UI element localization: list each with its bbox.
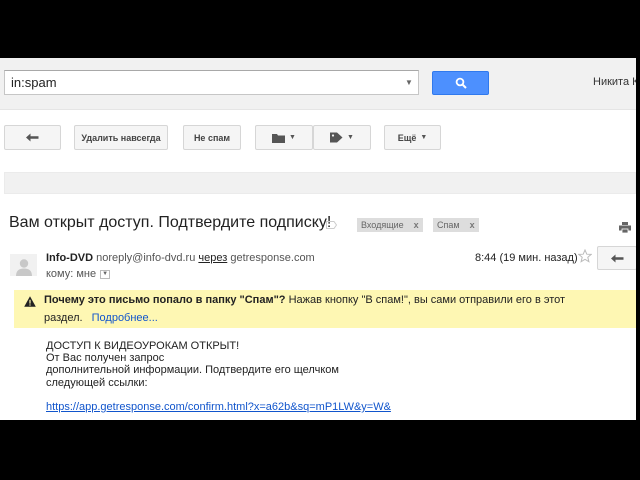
message-time: 8:44 (19 мин. назад) — [475, 252, 578, 264]
label-chip-text: Спам — [437, 220, 460, 230]
via-link[interactable]: через — [198, 252, 227, 264]
sender-email: noreply@info-dvd.ru — [96, 252, 196, 264]
remove-label-icon[interactable]: x — [470, 220, 475, 230]
body-line: От Вас получен запрос — [46, 352, 165, 365]
body-line: ДОСТУП К ВИДЕОУРОКАМ ОТКРЫТ! — [46, 340, 240, 352]
star-icon[interactable] — [578, 249, 592, 263]
user-name[interactable]: Никита К — [593, 76, 639, 88]
more-button-label: Ещё — [397, 132, 417, 143]
avatar[interactable] — [10, 254, 37, 276]
folder-icon — [272, 133, 286, 143]
confirm-subscription-link[interactable]: https://app.getresponse.com/confirm.html… — [46, 401, 391, 413]
message-toolbar-strip — [4, 172, 636, 194]
back-to-list-button[interactable] — [4, 125, 61, 150]
recipient-text: кому: мне — [46, 268, 97, 280]
message-subject: Вам открыт доступ. Подтвердите подписку! — [9, 214, 332, 231]
sender-line: Info-DVD noreply@info-dvd.ru через getre… — [46, 252, 315, 264]
chevron-down-icon: ▼ — [347, 134, 354, 141]
label-tag-icon — [330, 132, 343, 143]
window-edge — [636, 58, 640, 420]
delete-forever-button[interactable]: Удалить навсегда — [74, 125, 168, 150]
message-body: ДОСТУП К ВИДЕОУРОКАМ ОТКРЫТ! От Вас полу… — [46, 340, 339, 389]
spam-warning-text-line2: раздел. Подробнее... — [44, 312, 158, 324]
spam-warning-question: Почему это письмо попало в папку "Спам"? — [44, 294, 286, 306]
body-line: дополнительной информации. Подтвердите е… — [46, 364, 339, 377]
search-input[interactable]: in:spam ▼ — [4, 70, 419, 95]
spam-warning-tail: раздел. — [44, 312, 83, 324]
chevron-down-icon: ▼ — [289, 134, 296, 141]
body-line: следующей ссылки: — [46, 376, 148, 389]
importance-marker-icon[interactable] — [326, 221, 337, 229]
search-options-dropdown-icon[interactable]: ▼ — [400, 78, 418, 87]
labels-button[interactable]: ▼ — [313, 125, 371, 150]
sender-name[interactable]: Info-DVD — [46, 252, 93, 264]
back-arrow-icon — [26, 133, 39, 142]
search-query[interactable]: in:spam — [5, 75, 400, 90]
search-button[interactable] — [432, 71, 489, 95]
chevron-down-icon: ▼ — [420, 134, 428, 141]
label-chip-inbox[interactable]: Входящие x — [357, 218, 423, 232]
person-silhouette-icon — [15, 259, 32, 276]
header-bar: in:spam ▼ Никита К — [0, 58, 640, 110]
move-to-button[interactable]: ▼ — [255, 125, 313, 150]
learn-more-link[interactable]: Подробнее... — [92, 312, 158, 324]
reply-button[interactable] — [597, 246, 637, 270]
spam-warning-text: Почему это письмо попало в папку "Спам"?… — [44, 294, 565, 306]
spam-warning-banner: Почему это письмо попало в папку "Спам"?… — [14, 290, 640, 328]
show-details-dropdown-icon[interactable]: ▼ — [100, 269, 111, 279]
remove-label-icon[interactable]: x — [414, 220, 419, 230]
via-domain: getresponse.com — [230, 252, 315, 264]
print-icon[interactable] — [619, 222, 631, 233]
reply-arrow-icon — [610, 254, 623, 262]
spam-warning-explanation: Нажав кнопку "В спам!", вы сами отправил… — [288, 294, 566, 306]
label-chip-spam[interactable]: Спам x — [433, 218, 479, 232]
search-icon — [455, 77, 467, 89]
recipient-line: кому: мне ▼ — [46, 268, 111, 280]
warning-icon — [24, 296, 36, 307]
label-chip-text: Входящие — [361, 220, 404, 230]
more-button[interactable]: Ещё ▼ — [384, 125, 441, 150]
not-spam-button[interactable]: Не спам — [183, 125, 241, 150]
